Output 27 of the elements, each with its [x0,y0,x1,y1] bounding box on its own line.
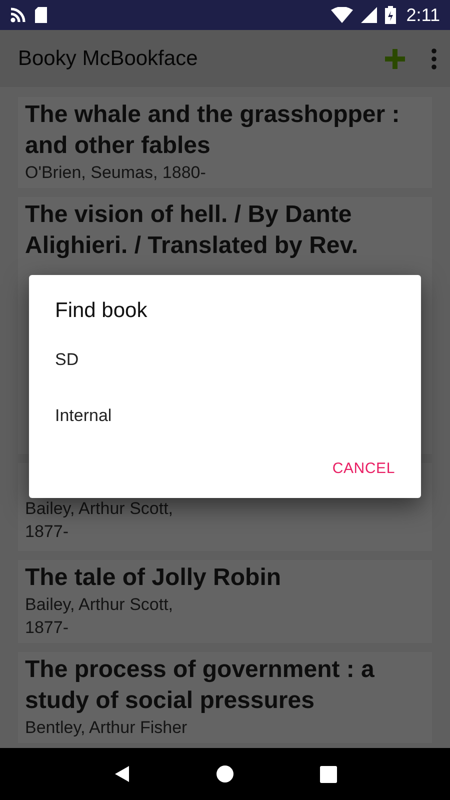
wifi-icon [331,7,354,23]
book-author: Bentley, Arthur Fisher [25,717,188,739]
app-title: Booky McBookface [18,46,199,72]
book-title: The vision of hell. / By Dante Alighieri. / Translated by Rev. [25,200,359,261]
overflow-menu-button[interactable] [430,48,438,70]
dialog-title: Find book [55,298,148,324]
book-title: The tale of Jolly Robin [25,563,282,593]
signal-icon [361,7,378,23]
recents-button[interactable] [320,766,338,782]
book-title: The whale and the grasshopper : and other fables [25,100,401,161]
battery-icon [385,6,396,24]
book-card[interactable]: The process of government : a study of social pressures Bentley, Arthur Fisher [18,652,432,743]
dialog-option[interactable]: SD [55,346,79,372]
book-card[interactable]: The tale of Jolly Robin Bailey, Arthur Scott, 1877- [18,560,432,643]
rss-icon [10,7,26,23]
book-author: 1877- [25,521,70,543]
home-button[interactable] [216,765,234,783]
status-time: 2:11 [406,4,440,26]
dialog-option[interactable]: Internal [55,403,112,428]
book-author: Bailey, Arthur Scott, [25,594,174,616]
book-author: O'Brien, Seumas, 1880- [25,162,207,184]
book-card[interactable]: The whale and the grasshopper : and other fables O'Brien, Seumas, 1880- [18,97,432,188]
book-title: The process of government : a study of social pressures [25,655,376,716]
book-author: 1877- [25,617,70,639]
sd-card-icon [34,7,48,23]
back-button[interactable] [112,765,131,783]
book-author: Bailey, Arthur Scott, [25,498,174,520]
